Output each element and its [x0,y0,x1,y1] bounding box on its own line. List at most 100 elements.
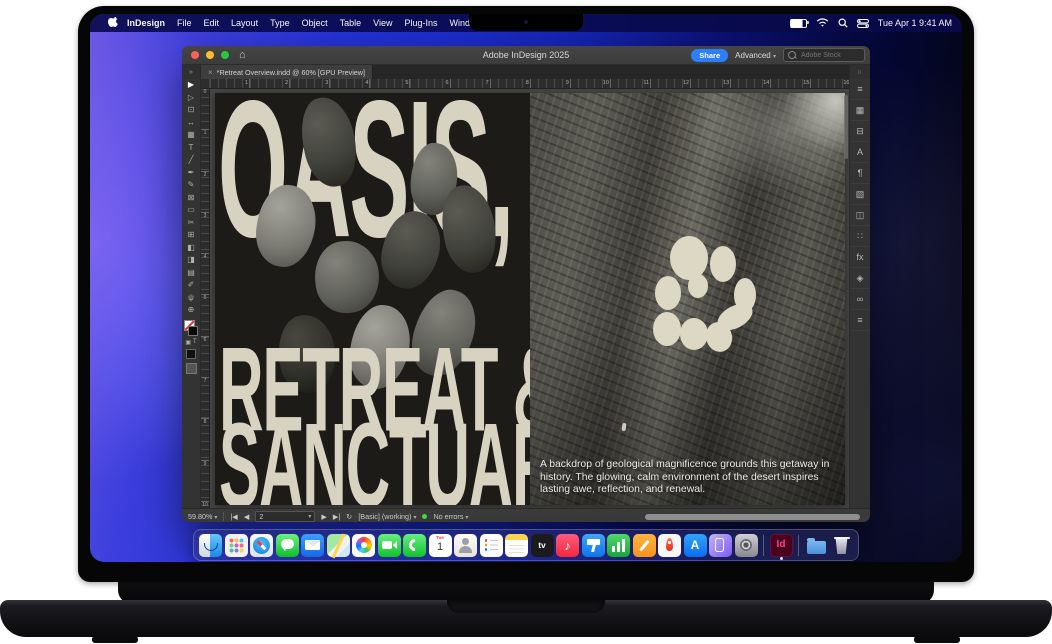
panel-effects[interactable]: fx [850,247,870,268]
dock-trash[interactable] [830,534,853,557]
minimize-window-button[interactable] [206,51,214,59]
menu-app-name[interactable]: InDesign [127,18,165,28]
eyedropper-tool[interactable]: ✐ [182,279,200,292]
home-icon[interactable]: ⌂ [239,50,246,61]
control-center-icon[interactable] [857,19,869,28]
panel-character[interactable]: A [850,142,870,163]
dock-finder[interactable] [199,534,222,557]
dock-keynote[interactable] [582,534,605,557]
wifi-icon[interactable] [816,18,829,28]
free-transform-tool[interactable]: ⊞ [182,229,200,242]
battery-icon[interactable] [790,19,807,28]
dock-photos[interactable] [352,534,375,557]
menu-item[interactable]: Type [270,18,290,28]
gradient-swatch-tool[interactable]: ◧ [182,242,200,255]
adobe-stock-search-input[interactable] [799,51,860,60]
menu-item[interactable]: Plug-Ins [404,18,437,28]
vertical-ruler[interactable]: 0 1 2 3 4 5 [201,89,210,508]
adobe-stock-search[interactable] [783,48,865,62]
pencil-tool[interactable]: ✎ [182,179,200,192]
hand-tool[interactable]: ψ [182,292,200,305]
dock-iphone-mirroring[interactable] [709,534,732,557]
close-tab-icon[interactable]: × [208,68,213,77]
gap-tool[interactable]: ↔ [182,117,200,130]
scissors-tool[interactable]: ✂ [182,217,200,230]
search-icon[interactable] [838,18,848,28]
panel-cc-libraries[interactable]: ▦ [850,100,870,121]
menu-item[interactable]: View [373,18,392,28]
dock-mail[interactable] [301,534,324,557]
pen-tool[interactable]: ✒ [182,167,200,180]
selection-tool[interactable]: ▶ [182,79,200,92]
menu-item[interactable]: File [177,18,192,28]
panel-align[interactable]: ∷ [850,226,870,247]
stroke-swatch[interactable] [188,326,198,336]
previous-page-button[interactable]: ◀ [244,512,250,521]
panel-properties[interactable]: ≡ [850,79,870,100]
formatting-affects-container-button[interactable]: ▣ [185,339,191,346]
dock-system-settings[interactable] [735,534,758,557]
dock-maps[interactable] [327,534,350,557]
content-collector-tool[interactable]: ▦ [182,129,200,142]
dock-downloads-folder[interactable] [805,534,828,557]
ruler-origin-box[interactable] [201,79,210,88]
dock-pages[interactable] [633,534,656,557]
dock-numbers[interactable] [607,534,630,557]
horizontal-scrollbar[interactable] [645,514,860,520]
first-page-button[interactable]: |◀ [230,512,237,521]
screen-mode-button[interactable] [186,363,197,374]
panel-links[interactable]: ∞ [850,289,870,310]
menu-item[interactable]: Edit [204,18,220,28]
dock-messages[interactable] [276,534,299,557]
panel-pages[interactable]: ⊟ [850,121,870,142]
menu-clock[interactable]: Tue Apr 1 9:41 AM [878,18,952,28]
preflight-status[interactable]: No errors ▾ [433,512,468,521]
page-tool[interactable]: ⊡ [182,104,200,117]
document-canvas[interactable]: OASIS, [210,89,849,508]
rectangle-tool[interactable]: ▭ [182,204,200,217]
dock-rocket-app[interactable] [658,534,681,557]
dock-app-store[interactable]: A [684,534,707,557]
dock-safari[interactable] [250,534,273,557]
dock-music[interactable]: ♪ [556,534,579,557]
panel-swatches[interactable]: ▧ [850,184,870,205]
dock-contacts[interactable] [454,534,477,557]
panel-collapse-control[interactable]: ∷ [850,65,870,79]
preflight-profile[interactable]: [Basic] (working) ▾ [358,512,416,521]
panel-text-wrap[interactable]: ◫ [850,205,870,226]
direct-selection-tool[interactable]: ▷ [182,92,200,105]
dock-reminders[interactable] [480,534,503,557]
share-button[interactable]: Share [691,49,728,62]
formatting-affects-text-button[interactable]: T [193,339,197,346]
menu-item[interactable]: Table [340,18,362,28]
zoom-tool[interactable]: ⊕ [182,304,200,317]
close-window-button[interactable] [191,51,199,59]
note-tool[interactable]: ▤ [182,267,200,280]
next-page-button[interactable]: ▶ [321,512,327,521]
zoom-window-button[interactable] [221,51,229,59]
preflight-icon[interactable]: ↻ [346,512,352,521]
apple-menu-icon[interactable] [108,17,119,29]
menu-item[interactable]: Object [302,18,328,28]
dock-notes[interactable] [505,534,528,557]
type-tool[interactable]: T [182,142,200,155]
dock-facetime[interactable] [378,534,401,557]
panel-paragraph[interactable]: ¶ [850,163,870,184]
horizontal-ruler[interactable]: 1 2 3 4 5 6 [210,79,849,88]
panel-stroke[interactable]: ≡ [850,310,870,331]
menu-item[interactable]: Layout [231,18,258,28]
dock-tv[interactable]: tv [531,534,554,557]
dock-launchpad[interactable] [225,534,248,557]
document-tab[interactable]: × *Retreat Overview.indd @ 60% [GPU Prev… [201,65,373,79]
zoom-level[interactable]: 59.80% ▾ [188,512,217,521]
panel-layers[interactable]: ◈ [850,268,870,289]
gradient-feather-tool[interactable]: ◨ [182,254,200,267]
last-page-button[interactable]: ▶| [333,512,340,521]
tools-collapse-control[interactable]: » [182,65,200,79]
dock-phone[interactable] [403,534,426,557]
apply-color-button[interactable] [186,349,196,359]
fill-stroke-control[interactable] [184,320,198,336]
rectangle-frame-tool[interactable]: ⊠ [182,192,200,205]
page-number-field[interactable]: 2▾ [255,511,315,522]
dock-calendar[interactable]: Tue1 [429,534,452,557]
